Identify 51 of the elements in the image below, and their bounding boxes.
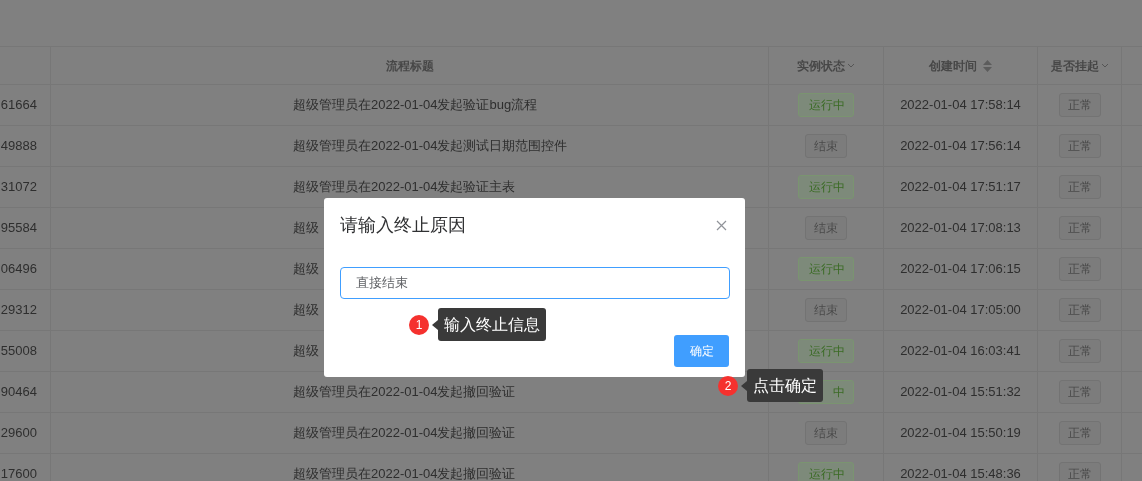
table-cell-text: 2022-01-04 17:51:17 [900,178,1021,197]
table-cell-text: 2022-01-04 17:56:14 [900,137,1021,156]
step-badge: 2 [718,375,738,396]
table-cell-text: 2022-01-04 17:58:14 [900,96,1021,115]
table-cell-text: 2022-01-04 15:48:36 [900,465,1021,481]
chevron-down-icon[interactable] [1100,63,1109,68]
table-cell-text: 31072 [0,178,37,197]
confirm-button[interactable]: 确定 [674,335,729,367]
table-cell-text: 2022-01-04 15:51:32 [900,383,1021,402]
pointer-icon [741,380,747,391]
hint-tooltip: 点击确定 [747,369,823,402]
table-cell-text: 2022-01-04 17:06:15 [900,260,1021,279]
table-cell-text: 超级管理员在2022-01-04发起测试日期范围控件 [293,137,568,156]
table-cell-text: 29600 [0,424,37,443]
table-cell-text: 超级 [293,342,319,361]
table-cell-text: 超级 [293,219,319,238]
table-cell-text: 17600 [0,465,37,481]
table-cell-text: 超级管理员在2022-01-04发起撤回验证 [293,383,516,402]
close-icon[interactable] [716,220,727,231]
table-cell-text: 2022-01-04 15:50:19 [900,424,1021,443]
table-cell-text: 55008 [0,342,37,361]
input-field[interactable]: 直接结束 [340,267,730,299]
pointer-icon [432,319,438,330]
column-header: 流程标题 [385,57,434,75]
table-cell-text: 2022-01-04 17:08:13 [900,219,1021,238]
table-cell-text: 超级管理员在2022-01-04发起撤回验证 [293,424,516,443]
status-tag: 运行中 [798,339,854,363]
column-header[interactable]: 实例状态 [797,56,845,75]
status-tag: 运行中 [798,93,854,117]
table-cell-text: 29312 [0,301,37,320]
table-cell-text: 61664 [0,96,37,115]
status-tag: 运行中 [798,462,854,481]
column-header[interactable]: 创建时间 [929,56,977,75]
table-cell-text: 2022-01-04 17:05:00 [900,301,1021,320]
status-tag: 运行中 [798,175,854,199]
table-cell-text: 2022-01-04 16:03:41 [900,342,1021,361]
table-cell-text: 超级 [293,301,319,320]
table-cell-text: 超级管理员在2022-01-04发起验证主表 [293,178,516,197]
table-cell-text: 超级管理员在2022-01-04发起撤回验证 [293,465,516,481]
chevron-down-icon[interactable] [847,63,855,68]
table-cell-text: 06496 [0,260,37,279]
sort-icon[interactable] [983,59,992,72]
column-header[interactable]: 是否挂起 [1050,56,1099,75]
table-cell-text: 95584 [0,219,37,238]
status-tag: 运行中 [798,257,854,281]
table-cell-text: 超级管理员在2022-01-04发起验证bug流程 [293,96,538,115]
table-cell-text: 超级 [293,260,319,279]
hint-tooltip: 输入终止信息 [438,308,546,341]
table-cell-text: 90464 [0,383,37,402]
table-cell-text: 49888 [0,137,37,156]
dialog-title: 请输入终止原因 [340,214,466,237]
